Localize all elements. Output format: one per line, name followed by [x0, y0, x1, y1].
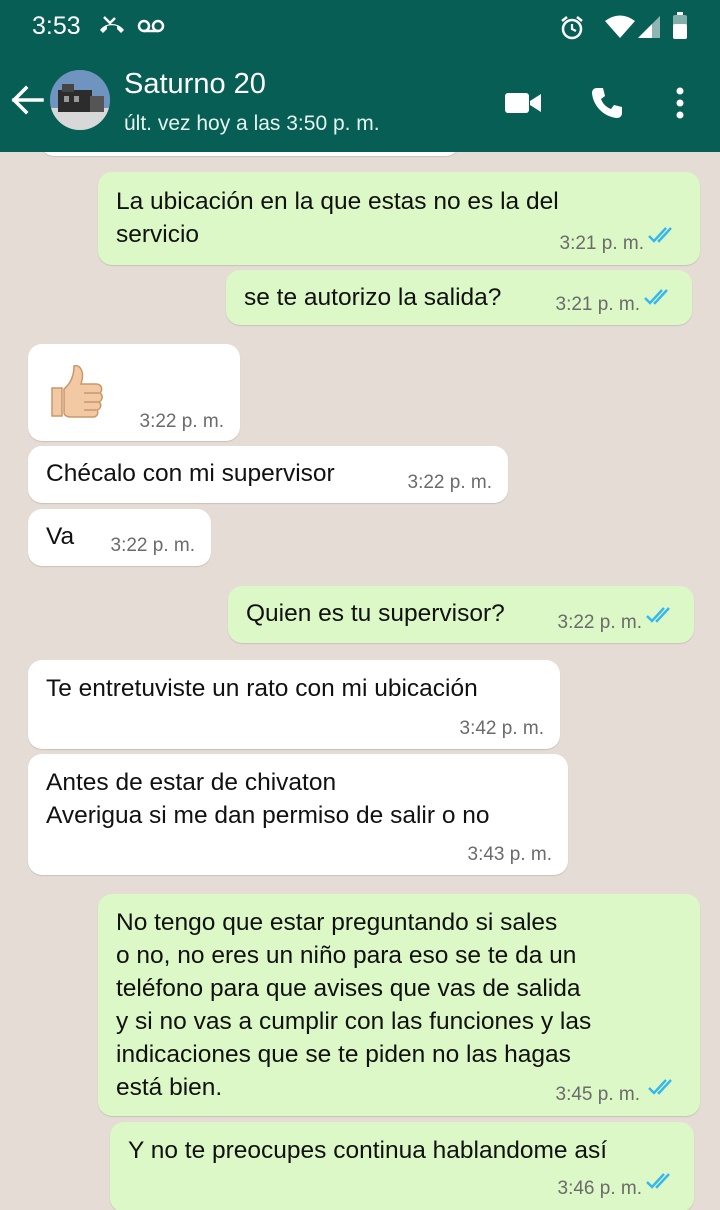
message-bubble-incoming[interactable]: Va 3:22 p. m.: [28, 509, 211, 566]
message-bubble-outgoing[interactable]: No tengo que estar preguntando si sales …: [98, 894, 700, 1116]
read-receipt-icon: [646, 600, 676, 633]
phone-call-icon[interactable]: [590, 86, 624, 125]
read-receipt-icon: [646, 1166, 676, 1199]
message-time: 3:22 p. m.: [110, 535, 196, 556]
thumbs-up-emoji: [48, 362, 104, 429]
message-text: Te entretuviste un rato con mi ubicación: [46, 675, 478, 702]
battery-icon: [672, 12, 688, 45]
status-bar: 3:53: [0, 0, 720, 52]
voicemail-icon: [136, 14, 166, 43]
message-bubble-incoming[interactable]: Chécalo con mi supervisor 3:22 p. m.: [28, 446, 508, 503]
message-time: 3:42 p. m.: [459, 718, 545, 739]
missed-call-icon: [98, 14, 126, 43]
message-bubble-outgoing[interactable]: Y no te preocupes continua hablandome as…: [110, 1122, 694, 1210]
message-time: 3:22 p. m.: [557, 612, 643, 633]
read-receipt-icon: [648, 220, 678, 253]
message-time: 3:22 p. m.: [139, 411, 225, 432]
message-text: La ubicación en la que estas no es la de…: [116, 188, 559, 248]
video-call-icon[interactable]: [504, 90, 542, 121]
read-receipt-icon: [644, 282, 674, 315]
message-bubble-incoming[interactable]: Te entretuviste un rato con mi ubicación…: [28, 660, 560, 749]
message-text: Antes de estar de chivaton Averigua si m…: [46, 769, 490, 829]
read-receipt-icon: [648, 1072, 678, 1105]
more-options-icon[interactable]: [672, 86, 688, 125]
status-time: 3:53: [32, 12, 81, 40]
message-text: se te autorizo la salida?: [244, 284, 502, 311]
wifi-icon: [604, 14, 636, 45]
message-time: 3:46 p. m.: [557, 1178, 643, 1199]
chat-header: Saturno 20 últ. vez hoy a las 3:50 p. m.: [0, 52, 720, 152]
message-time: 3:21 p. m.: [555, 294, 641, 315]
message-text: Chécalo con mi supervisor: [46, 460, 335, 487]
last-seen-status: últ. vez hoy a las 3:50 p. m.: [124, 112, 380, 135]
avatar[interactable]: [50, 70, 110, 130]
message-time: 3:45 p. m.: [555, 1084, 641, 1105]
message-time: 3:43 p. m.: [467, 844, 553, 865]
message-time: 3:22 p. m.: [407, 472, 493, 493]
message-bubble-outgoing[interactable]: se te autorizo la salida? 3:21 p. m.: [226, 270, 692, 325]
message-text: Va: [46, 523, 75, 550]
message-bubble-incoming[interactable]: 3:22 p. m.: [28, 344, 240, 441]
message-bubble-outgoing[interactable]: Quien es tu supervisor? 3:22 p. m.: [228, 586, 694, 643]
message-text: Y no te preocupes continua hablandome as…: [128, 1137, 608, 1164]
message-time: 3:21 p. m.: [559, 233, 645, 254]
signal-icon: [636, 14, 662, 45]
message-text: Quien es tu supervisor?: [246, 600, 505, 627]
contact-name[interactable]: Saturno 20: [124, 68, 266, 101]
message-bubble-outgoing[interactable]: La ubicación en la que estas no es la de…: [98, 172, 700, 265]
back-arrow-icon[interactable]: [10, 84, 46, 121]
message-bubble-incoming[interactable]: Antes de estar de chivaton Averigua si m…: [28, 754, 568, 875]
message-list[interactable]: La ubicación en la que estas no es la de…: [0, 152, 720, 1210]
alarm-icon: [558, 14, 586, 47]
message-text: No tengo que estar preguntando si sales …: [116, 909, 592, 1101]
message-bubble-incoming-partial: [40, 152, 460, 156]
